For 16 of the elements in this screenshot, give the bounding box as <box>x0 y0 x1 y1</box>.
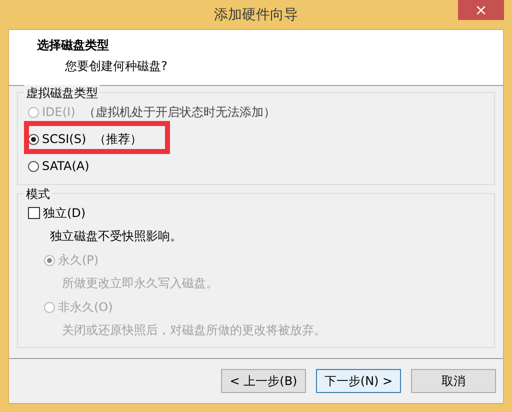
wizard-button[interactable]: 取消 <box>411 369 496 393</box>
option-note: （虚拟机处于开启状态时无法添加） <box>83 104 276 120</box>
radio-button[interactable]: SATA(A) <box>28 159 90 173</box>
description-text: 所做更改立即永久写入磁盘。 <box>61 275 219 292</box>
header-title: 选择磁盘类型 <box>37 37 110 54</box>
header-subtitle: 您要创建何种磁盘? <box>64 58 168 75</box>
checkbox[interactable]: 独立(D) <box>28 204 86 222</box>
radio-button[interactable]: SCSI(S) <box>28 132 86 146</box>
description-text: 独立磁盘不受快照影响。 <box>49 228 183 245</box>
wizard-button[interactable]: < 上一步(B) <box>221 369 306 393</box>
wizard-button[interactable]: 下一步(N) > <box>316 369 401 393</box>
close-button[interactable]: × <box>458 0 504 20</box>
group-legend: 虚拟磁盘类型 <box>24 85 100 102</box>
description-text: 关闭或还原快照后，对磁盘所做的更改将被放弃。 <box>61 322 327 339</box>
option-note: （推荐） <box>94 130 142 148</box>
window-title: 添加硬件向导 <box>214 6 298 24</box>
